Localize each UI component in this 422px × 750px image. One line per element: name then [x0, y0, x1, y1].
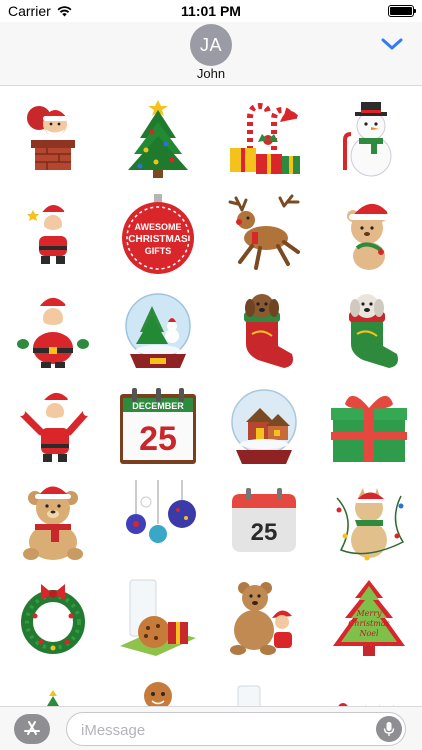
- carrier-label: Carrier: [8, 3, 51, 19]
- sticker-milk-and-cookies[interactable]: [106, 570, 212, 666]
- message-input[interactable]: iMessage: [66, 712, 406, 746]
- app-store-button[interactable]: [14, 714, 50, 744]
- sticker-puppy-stocking-red[interactable]: [211, 282, 317, 378]
- sticker-puppy-stocking-green[interactable]: [317, 282, 422, 378]
- tree-cookie-text-3: Noel: [359, 629, 380, 638]
- sticker-santa-sleigh[interactable]: [317, 666, 422, 706]
- sticker-snow-globe-house[interactable]: [211, 378, 317, 474]
- microphone-button[interactable]: [376, 716, 402, 742]
- sticker-ornaments[interactable]: [106, 474, 212, 570]
- contact-name[interactable]: John: [0, 66, 422, 81]
- sticker-snowman[interactable]: [317, 90, 422, 186]
- sticker-merry-christmas-tree-cookie[interactable]: Merry Christmas Noel: [317, 570, 422, 666]
- sticker-small-tree[interactable]: [0, 666, 106, 706]
- chevron-down-icon[interactable]: [380, 36, 404, 52]
- tree-cookie-text-1: Merry: [356, 609, 383, 618]
- ornament-text-3: GIFTS: [145, 246, 172, 256]
- sticker-santa-waving[interactable]: [0, 378, 106, 474]
- tree-cookie-text-2: Christmas: [349, 619, 390, 628]
- sticker-milk-glass-gift[interactable]: [211, 666, 317, 706]
- sticker-awesome-christmas-gifts[interactable]: AWESOME CHRISTMAS GIFTS: [106, 186, 212, 282]
- sticker-cat-with-lights[interactable]: [317, 474, 422, 570]
- status-bar: Carrier 11:01 PM: [0, 0, 422, 22]
- sticker-teddy-bear-scarf[interactable]: [0, 474, 106, 570]
- sticker-green-gift-box[interactable]: [317, 378, 422, 474]
- sticker-santa-chimney[interactable]: [0, 90, 106, 186]
- sticker-grid: AWESOME CHRISTMAS GIFTS DECEMBER 25 25 M…: [0, 86, 422, 706]
- sticker-reindeer[interactable]: [211, 186, 317, 282]
- sticker-christmas-tree[interactable]: [106, 90, 212, 186]
- sticker-small-santa[interactable]: [0, 186, 106, 282]
- wifi-icon: [57, 5, 72, 16]
- sticker-bear-with-santa[interactable]: [211, 570, 317, 666]
- ornament-text-1: AWESOME: [135, 222, 182, 232]
- calendar-month-text: DECEMBER: [132, 401, 184, 411]
- calendar-day-text: 25: [139, 420, 177, 458]
- message-input-bar: iMessage: [0, 706, 422, 750]
- app-store-icon: [24, 721, 40, 735]
- sticker-santa-standing[interactable]: [0, 282, 106, 378]
- sticker-calendar-25[interactable]: 25: [211, 474, 317, 570]
- sticker-gingerbread-man[interactable]: [106, 666, 212, 706]
- status-left: Carrier: [8, 3, 72, 19]
- message-input-placeholder: iMessage: [81, 722, 146, 739]
- microphone-icon: [383, 722, 395, 736]
- ornament-text-2: CHRISTMAS: [129, 234, 189, 245]
- battery-icon: [388, 5, 416, 17]
- sticker-teddy-bear-santa-hat[interactable]: [317, 186, 422, 282]
- calendar-25-text: 25: [250, 519, 277, 546]
- conversation-header: JA John: [0, 22, 422, 86]
- sticker-december-25-calendar[interactable]: DECEMBER 25: [106, 378, 212, 474]
- avatar[interactable]: JA: [190, 24, 232, 66]
- sticker-candy-canes-gifts[interactable]: [211, 90, 317, 186]
- sticker-wreath[interactable]: [0, 570, 106, 666]
- sticker-snow-globe-tree[interactable]: [106, 282, 212, 378]
